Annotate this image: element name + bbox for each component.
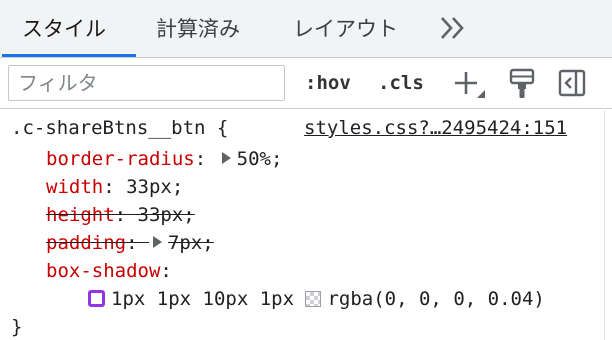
panel-tab-bar: スタイル 計算済み レイアウト — [0, 0, 612, 58]
active-tab-indicator — [2, 54, 136, 57]
property-name[interactable]: border-radius — [46, 148, 195, 170]
styles-rules-pane: .c-shareBtns__btn { styles.css?…2495424:… — [0, 110, 612, 340]
cls-button[interactable]: .cls — [378, 70, 424, 96]
property-name[interactable]: height — [46, 204, 115, 226]
property-value[interactable]: 7px; — [168, 232, 214, 254]
tab-styles[interactable]: スタイル — [22, 0, 106, 58]
styles-toolbar: :hov .cls — [0, 58, 612, 109]
property-colon: : — [114, 204, 127, 226]
rule-selector[interactable]: .c-shareBtns__btn { — [11, 114, 228, 142]
property-colon: : — [126, 232, 138, 254]
property-name[interactable]: box-shadow — [46, 260, 160, 282]
paint-brush-icon[interactable] — [508, 68, 536, 100]
declaration-box-shadow[interactable]: box-shadow: — [46, 257, 172, 285]
double-chevron-right-icon[interactable] — [438, 15, 468, 41]
filter-field — [8, 65, 285, 101]
property-value[interactable]: 33px; — [138, 204, 195, 226]
stylesheet-source-link[interactable]: styles.css?…2495424:151 — [304, 114, 567, 142]
shadow-color[interactable]: rgba(0, 0, 0, 0.04) — [327, 288, 544, 310]
color-swatch-icon[interactable] — [305, 291, 322, 307]
shadow-editor-icon[interactable] — [88, 290, 105, 307]
add-rule-plus-icon[interactable] — [452, 69, 486, 99]
box-shadow-value[interactable]: 1px 1px 10px 1px rgba(0, 0, 0, 0.04) — [88, 285, 545, 313]
rule-close-brace: } — [11, 316, 23, 338]
tab-layout[interactable]: レイアウト — [293, 0, 398, 58]
expand-triangle-icon[interactable] — [152, 236, 162, 248]
declaration-height-overridden[interactable]: height: 33px; — [46, 201, 195, 229]
property-value[interactable]: 50%; — [237, 148, 283, 170]
property-name[interactable]: width — [46, 176, 103, 198]
tab-computed[interactable]: 計算済み — [156, 0, 240, 58]
property-value[interactable]: 33px; — [126, 176, 183, 198]
filter-input[interactable] — [9, 66, 284, 100]
property-colon: : — [103, 176, 115, 198]
expand-triangle-icon[interactable] — [221, 152, 231, 164]
pane-divider — [604, 110, 605, 340]
declaration-padding-overridden[interactable]: padding: 7px; — [46, 229, 214, 257]
toggle-sidebar-icon[interactable] — [558, 69, 586, 97]
property-colon: : — [194, 148, 207, 170]
property-name[interactable]: padding — [46, 232, 126, 254]
declaration-width[interactable]: width: 33px; — [46, 173, 183, 201]
shadow-offsets[interactable]: 1px 1px 10px 1px — [111, 288, 294, 310]
declaration-border-radius[interactable]: border-radius: 50%; — [46, 145, 282, 173]
property-colon: : — [160, 260, 172, 282]
hov-button[interactable]: :hov — [305, 70, 351, 96]
